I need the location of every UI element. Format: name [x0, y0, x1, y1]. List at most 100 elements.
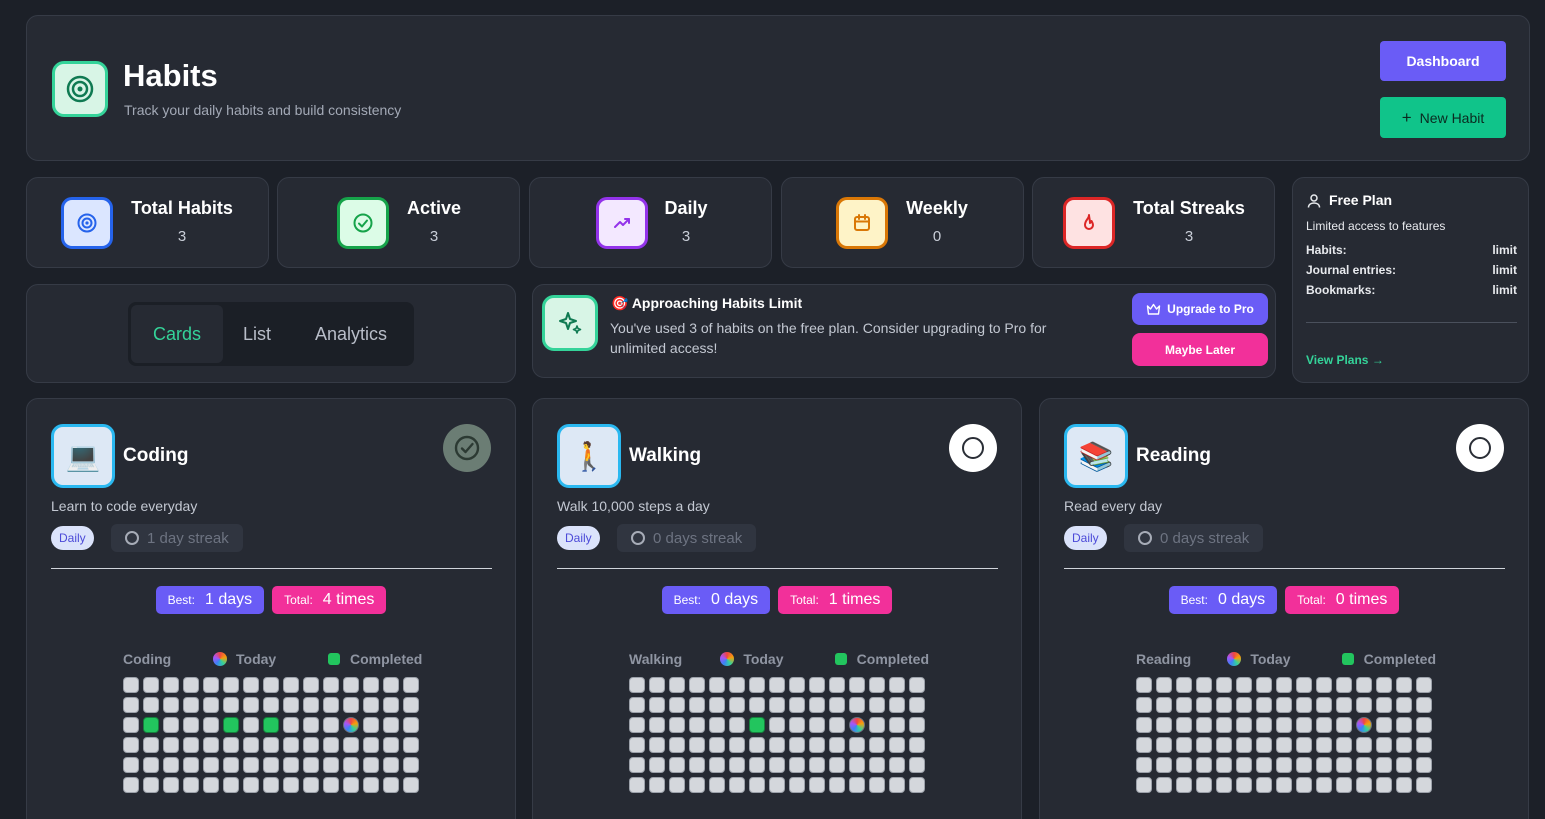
heatmap-day-cell[interactable] [323, 777, 339, 793]
heatmap-day-cell[interactable] [909, 757, 925, 773]
heatmap-day-cell[interactable] [343, 697, 359, 713]
heatmap-day-cell[interactable] [889, 717, 905, 733]
heatmap-day-cell[interactable] [263, 677, 279, 693]
heatmap-day-cell[interactable] [869, 697, 885, 713]
heatmap-day-cell[interactable] [403, 717, 419, 733]
heatmap-day-cell[interactable] [303, 757, 319, 773]
heatmap-day-cell[interactable] [849, 777, 865, 793]
heatmap-day-cell[interactable] [629, 717, 645, 733]
heatmap-day-cell[interactable] [1316, 757, 1332, 773]
heatmap-day-cell[interactable] [343, 717, 359, 733]
heatmap-day-cell[interactable] [1336, 677, 1352, 693]
heatmap-day-cell[interactable] [283, 697, 299, 713]
heatmap-day-cell[interactable] [729, 697, 745, 713]
heatmap-day-cell[interactable] [1136, 737, 1152, 753]
upgrade-to-pro-button[interactable]: Upgrade to Pro [1132, 293, 1268, 325]
heatmap-day-cell[interactable] [649, 677, 665, 693]
heatmap-day-cell[interactable] [1236, 777, 1252, 793]
heatmap-day-cell[interactable] [1156, 717, 1172, 733]
heatmap-day-cell[interactable] [1256, 757, 1272, 773]
heatmap-day-cell[interactable] [323, 717, 339, 733]
heatmap-day-cell[interactable] [123, 677, 139, 693]
heatmap-day-cell[interactable] [1276, 697, 1292, 713]
heatmap-day-cell[interactable] [829, 757, 845, 773]
heatmap-day-cell[interactable] [749, 717, 765, 733]
heatmap-day-cell[interactable] [383, 697, 399, 713]
heatmap-day-cell[interactable] [283, 757, 299, 773]
heatmap-day-cell[interactable] [1416, 757, 1432, 773]
heatmap-day-cell[interactable] [343, 757, 359, 773]
heatmap-day-cell[interactable] [1316, 717, 1332, 733]
heatmap-day-cell[interactable] [183, 777, 199, 793]
new-habit-button[interactable]: + New Habit [1380, 97, 1506, 138]
heatmap-day-cell[interactable] [1356, 737, 1372, 753]
heatmap-day-cell[interactable] [649, 697, 665, 713]
heatmap-day-cell[interactable] [1276, 757, 1292, 773]
heatmap-day-cell[interactable] [1396, 717, 1412, 733]
complete-toggle-button[interactable] [949, 424, 997, 472]
heatmap-day-cell[interactable] [1256, 777, 1272, 793]
heatmap-day-cell[interactable] [1236, 717, 1252, 733]
heatmap-day-cell[interactable] [1256, 677, 1272, 693]
heatmap-day-cell[interactable] [163, 717, 179, 733]
heatmap-day-cell[interactable] [1256, 717, 1272, 733]
heatmap-day-cell[interactable] [789, 777, 805, 793]
heatmap-day-cell[interactable] [203, 677, 219, 693]
heatmap-day-cell[interactable] [363, 777, 379, 793]
heatmap-day-cell[interactable] [123, 777, 139, 793]
heatmap-day-cell[interactable] [343, 777, 359, 793]
heatmap-day-cell[interactable] [749, 737, 765, 753]
heatmap-day-cell[interactable] [143, 677, 159, 693]
heatmap-day-cell[interactable] [1176, 677, 1192, 693]
heatmap-day-cell[interactable] [403, 697, 419, 713]
heatmap-day-cell[interactable] [203, 717, 219, 733]
heatmap-day-cell[interactable] [749, 677, 765, 693]
heatmap-day-cell[interactable] [203, 697, 219, 713]
heatmap-day-cell[interactable] [403, 757, 419, 773]
heatmap-day-cell[interactable] [1356, 757, 1372, 773]
heatmap-day-cell[interactable] [1136, 717, 1152, 733]
heatmap-day-cell[interactable] [243, 717, 259, 733]
heatmap-day-cell[interactable] [849, 717, 865, 733]
heatmap-day-cell[interactable] [1216, 737, 1232, 753]
heatmap-day-cell[interactable] [403, 777, 419, 793]
heatmap-day-cell[interactable] [909, 737, 925, 753]
heatmap-day-cell[interactable] [769, 737, 785, 753]
heatmap-day-cell[interactable] [183, 757, 199, 773]
heatmap-day-cell[interactable] [163, 737, 179, 753]
heatmap-day-cell[interactable] [1196, 677, 1212, 693]
heatmap-day-cell[interactable] [163, 757, 179, 773]
heatmap-day-cell[interactable] [649, 777, 665, 793]
heatmap-day-cell[interactable] [849, 677, 865, 693]
heatmap-day-cell[interactable] [1176, 697, 1192, 713]
heatmap-day-cell[interactable] [769, 777, 785, 793]
heatmap-day-cell[interactable] [1216, 757, 1232, 773]
heatmap-day-cell[interactable] [243, 677, 259, 693]
heatmap-day-cell[interactable] [223, 737, 239, 753]
heatmap-day-cell[interactable] [383, 677, 399, 693]
heatmap-day-cell[interactable] [403, 737, 419, 753]
heatmap-day-cell[interactable] [909, 717, 925, 733]
heatmap-day-cell[interactable] [1416, 677, 1432, 693]
heatmap-day-cell[interactable] [363, 757, 379, 773]
heatmap-day-cell[interactable] [1296, 717, 1312, 733]
heatmap-day-cell[interactable] [649, 737, 665, 753]
heatmap-day-cell[interactable] [283, 777, 299, 793]
heatmap-day-cell[interactable] [1296, 757, 1312, 773]
tab-list[interactable]: List [223, 305, 291, 363]
heatmap-day-cell[interactable] [869, 737, 885, 753]
heatmap-day-cell[interactable] [1336, 777, 1352, 793]
heatmap-day-cell[interactable] [223, 697, 239, 713]
heatmap-day-cell[interactable] [909, 777, 925, 793]
heatmap-day-cell[interactable] [789, 697, 805, 713]
heatmap-day-cell[interactable] [1376, 777, 1392, 793]
heatmap-day-cell[interactable] [223, 757, 239, 773]
heatmap-day-cell[interactable] [343, 677, 359, 693]
heatmap-day-cell[interactable] [1356, 717, 1372, 733]
heatmap-day-cell[interactable] [323, 697, 339, 713]
heatmap-day-cell[interactable] [303, 777, 319, 793]
heatmap-day-cell[interactable] [243, 777, 259, 793]
heatmap-day-cell[interactable] [789, 717, 805, 733]
heatmap-day-cell[interactable] [849, 697, 865, 713]
heatmap-day-cell[interactable] [1336, 737, 1352, 753]
